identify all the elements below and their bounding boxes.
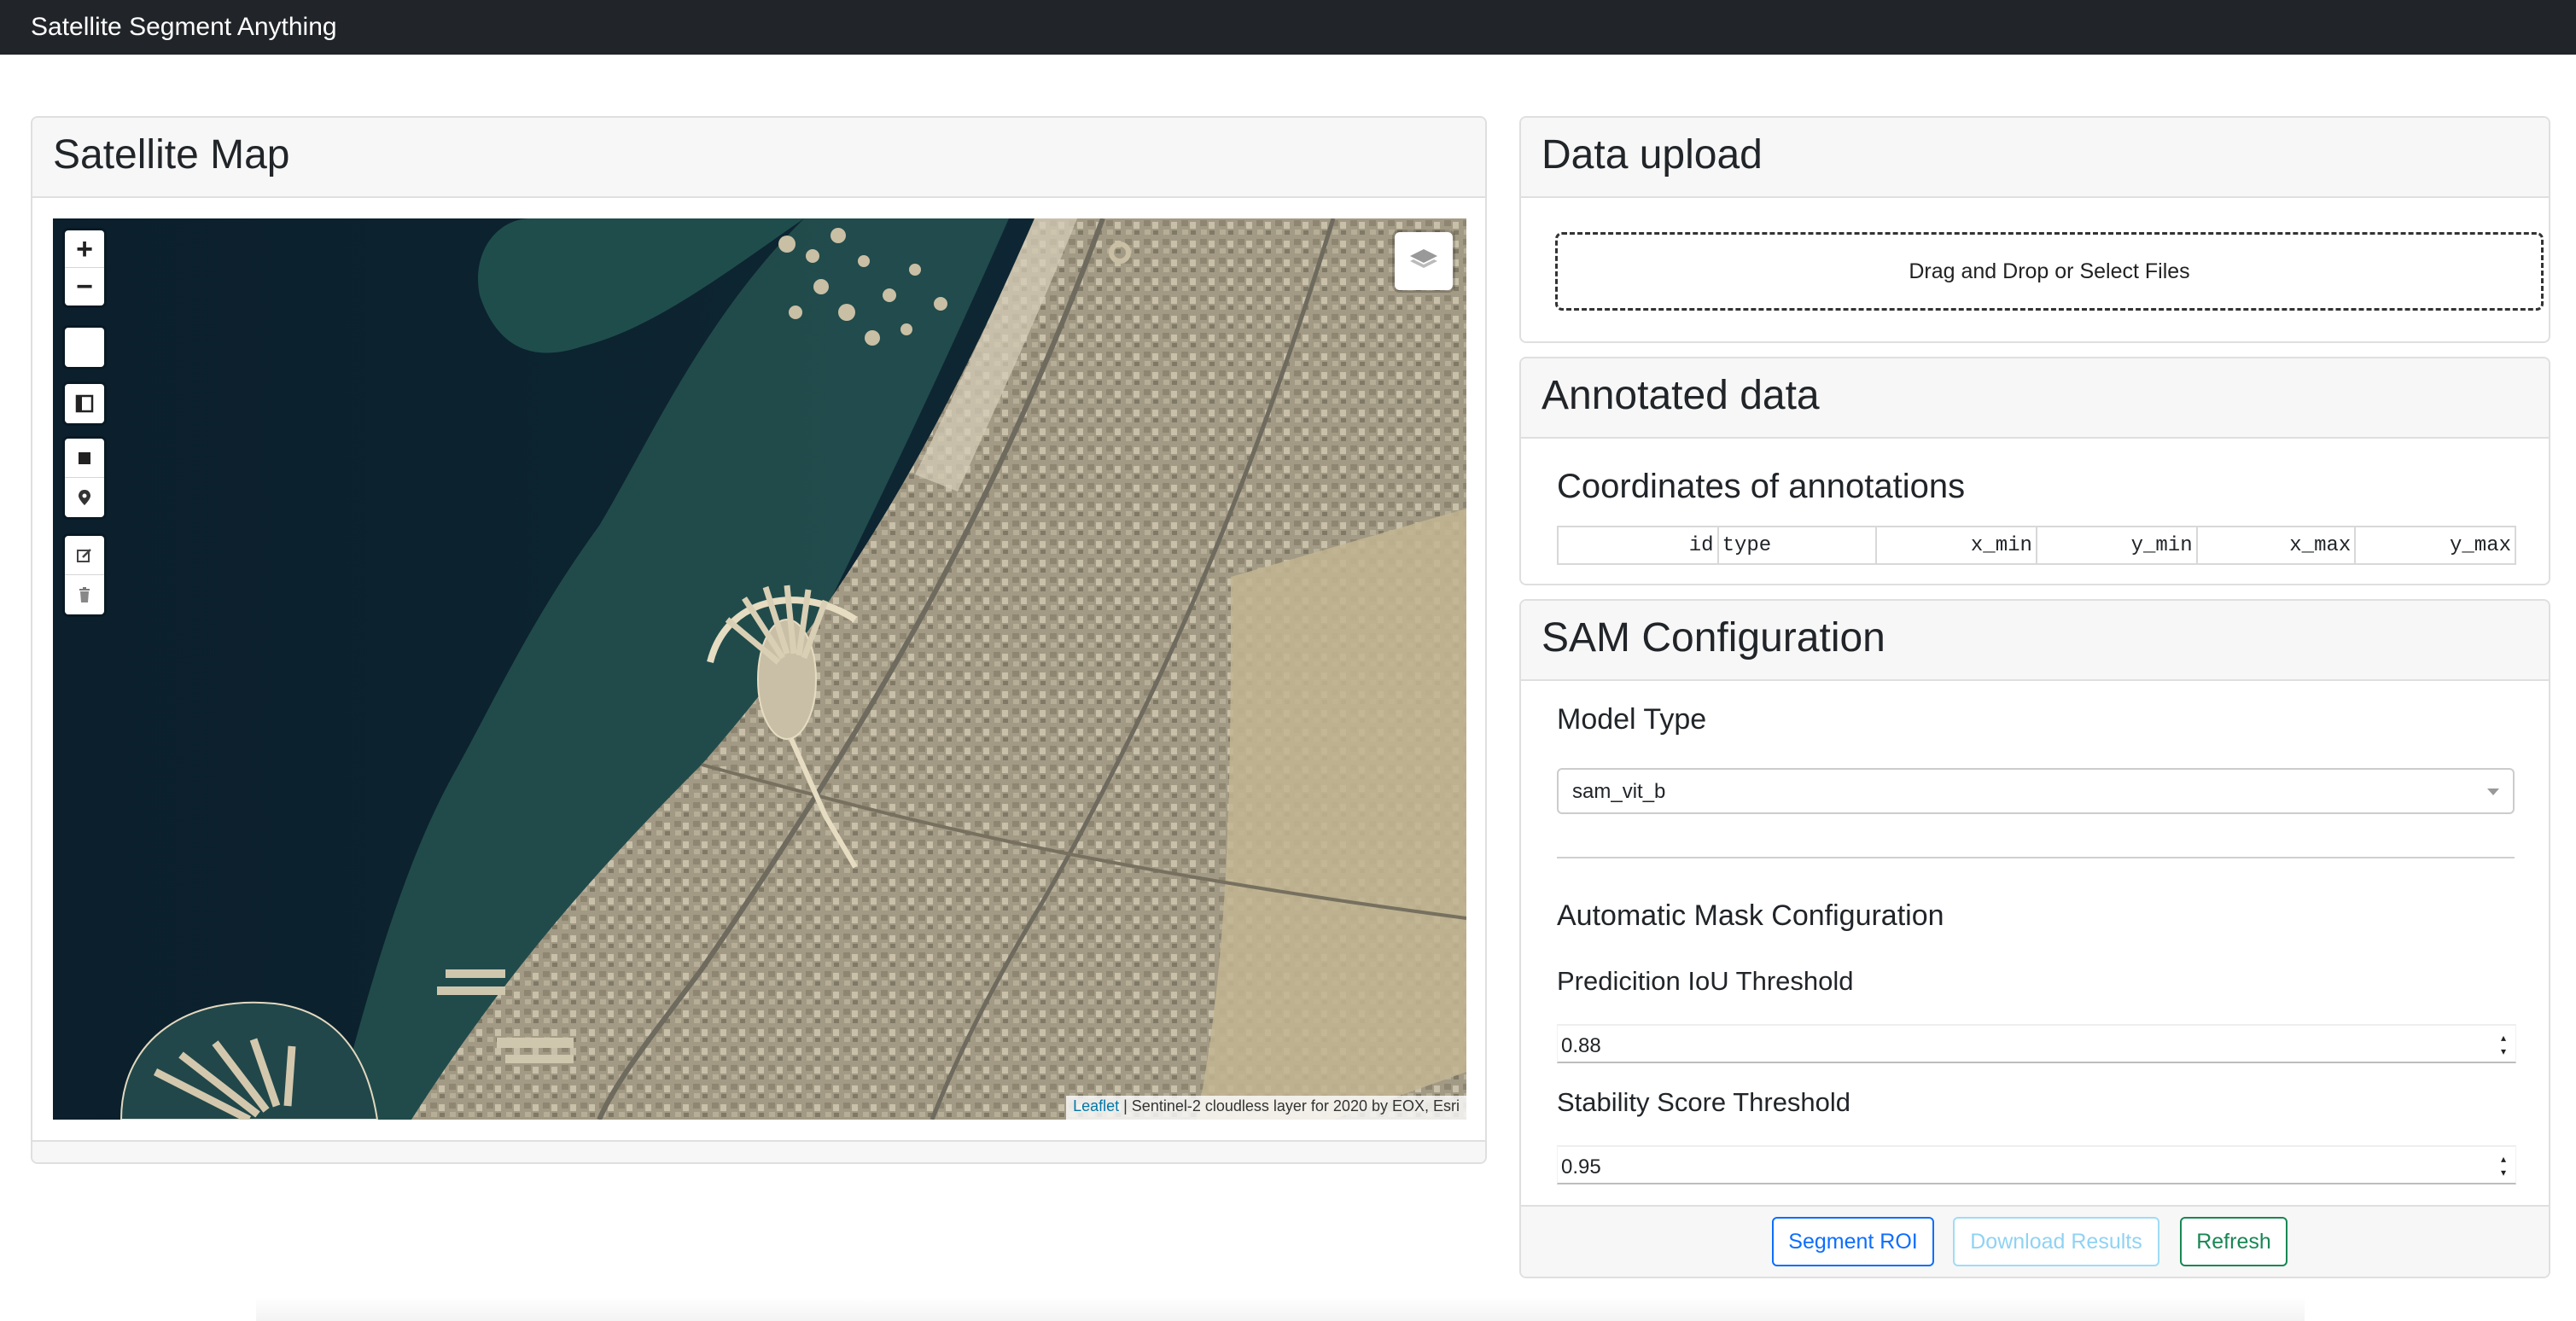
column-header[interactable]: id (1557, 526, 1719, 565)
fullscreen-control (65, 328, 104, 367)
annot-card-title: Annotated data (1542, 373, 1820, 418)
sam-card-header: SAM Configuration (1521, 601, 2549, 681)
data-upload-card: Data upload Drag and Drop or Select File… (1519, 116, 2550, 343)
top-navbar: Satellite Segment Anything (0, 0, 2576, 55)
chevron-down-icon (2487, 789, 2499, 795)
sam-configuration-card: SAM Configuration Model Type sam_vit_b A… (1519, 599, 2550, 1278)
ruler-icon (75, 394, 94, 413)
upload-card-title: Data upload (1542, 132, 1763, 177)
annotations-table: id type x_min y_min x_max y_max (1557, 526, 2516, 565)
draw-control (65, 439, 104, 517)
trash-icon (79, 587, 90, 602)
column-header[interactable]: type (1716, 526, 1878, 565)
spinner-icon[interactable]: ▴ ▾ (2497, 1033, 2510, 1056)
measure-button[interactable] (65, 384, 104, 423)
sam-card-title: SAM Configuration (1542, 615, 1885, 660)
rectangle-icon (79, 451, 90, 464)
leaflet-link[interactable]: Leaflet (1073, 1097, 1119, 1114)
measure-control (65, 384, 104, 423)
download-results-button[interactable]: Download Results (1953, 1217, 2159, 1266)
column-header[interactable]: y_max (2354, 526, 2516, 565)
attribution-text: | Sentinel-2 cloudless layer for 2020 by… (1119, 1097, 1460, 1114)
map-card-title: Satellite Map (53, 132, 290, 177)
page-bottom-shadow (256, 1297, 2305, 1321)
segment-roi-button[interactable]: Segment ROI (1772, 1217, 1934, 1266)
annotated-data-card: Annotated data Coordinates of annotation… (1519, 357, 2550, 585)
draw-rectangle-button[interactable] (65, 439, 104, 478)
file-dropzone[interactable]: Drag and Drop or Select Files (1555, 232, 2544, 311)
draw-marker-button[interactable] (65, 478, 104, 517)
stability-threshold-input[interactable]: 0.95 ▴ ▾ (1557, 1145, 2516, 1184)
sam-card-footer: Segment ROI Download Results Refresh (1521, 1205, 2549, 1277)
annot-card-header: Annotated data (1521, 358, 2549, 439)
zoom-control: + − (65, 230, 104, 306)
layers-icon (1410, 249, 1437, 268)
spinner-icon[interactable]: ▴ ▾ (2497, 1154, 2510, 1178)
zoom-in-button[interactable]: + (65, 230, 104, 268)
map-attribution: Leaflet | Sentinel-2 cloudless layer for… (1066, 1096, 1466, 1120)
model-type-select[interactable]: sam_vit_b (1557, 768, 2515, 814)
column-header[interactable]: x_min (1875, 526, 2037, 565)
divider (1557, 857, 2515, 858)
annotations-header-row: id type x_min y_min x_max y_max (1557, 526, 2516, 565)
layers-button[interactable] (1395, 232, 1453, 290)
satellite-map-card: Satellite Map + − Leaflet | Sentinel-2 c… (31, 116, 1487, 1164)
fullscreen-button[interactable] (65, 328, 104, 367)
iou-threshold-label: Predicition IoU Threshold (1557, 966, 1854, 996)
marker-icon (79, 490, 90, 505)
edit-icon (77, 548, 91, 562)
column-header[interactable]: y_min (2035, 526, 2198, 565)
iou-threshold-input[interactable]: 0.88 ▴ ▾ (1557, 1024, 2516, 1063)
edit-control (65, 536, 104, 614)
satellite-imagery (53, 218, 1466, 1120)
annotations-subtitle: Coordinates of annotations (1557, 468, 1966, 505)
stability-threshold-label: Stability Score Threshold (1557, 1087, 1851, 1117)
refresh-button[interactable]: Refresh (2180, 1217, 2288, 1266)
delete-layers-button[interactable] (65, 575, 104, 614)
zoom-out-button[interactable]: − (65, 268, 104, 306)
auto-mask-label: Automatic Mask Configuration (1557, 899, 1944, 932)
edit-layers-button[interactable] (65, 536, 104, 575)
model-type-label: Model Type (1557, 703, 1707, 736)
map-card-header: Satellite Map (32, 118, 1485, 198)
stability-threshold-value: 0.95 (1561, 1155, 1601, 1178)
app-brand[interactable]: Satellite Segment Anything (31, 12, 337, 43)
map-card-footer (32, 1140, 1485, 1162)
satellite-map[interactable]: + − Leaflet | Sentinel-2 cloudless layer… (53, 218, 1466, 1120)
upload-card-header: Data upload (1521, 118, 2549, 198)
model-type-value: sam_vit_b (1572, 780, 1666, 803)
column-header[interactable]: x_max (2195, 526, 2357, 565)
iou-threshold-value: 0.88 (1561, 1034, 1601, 1057)
